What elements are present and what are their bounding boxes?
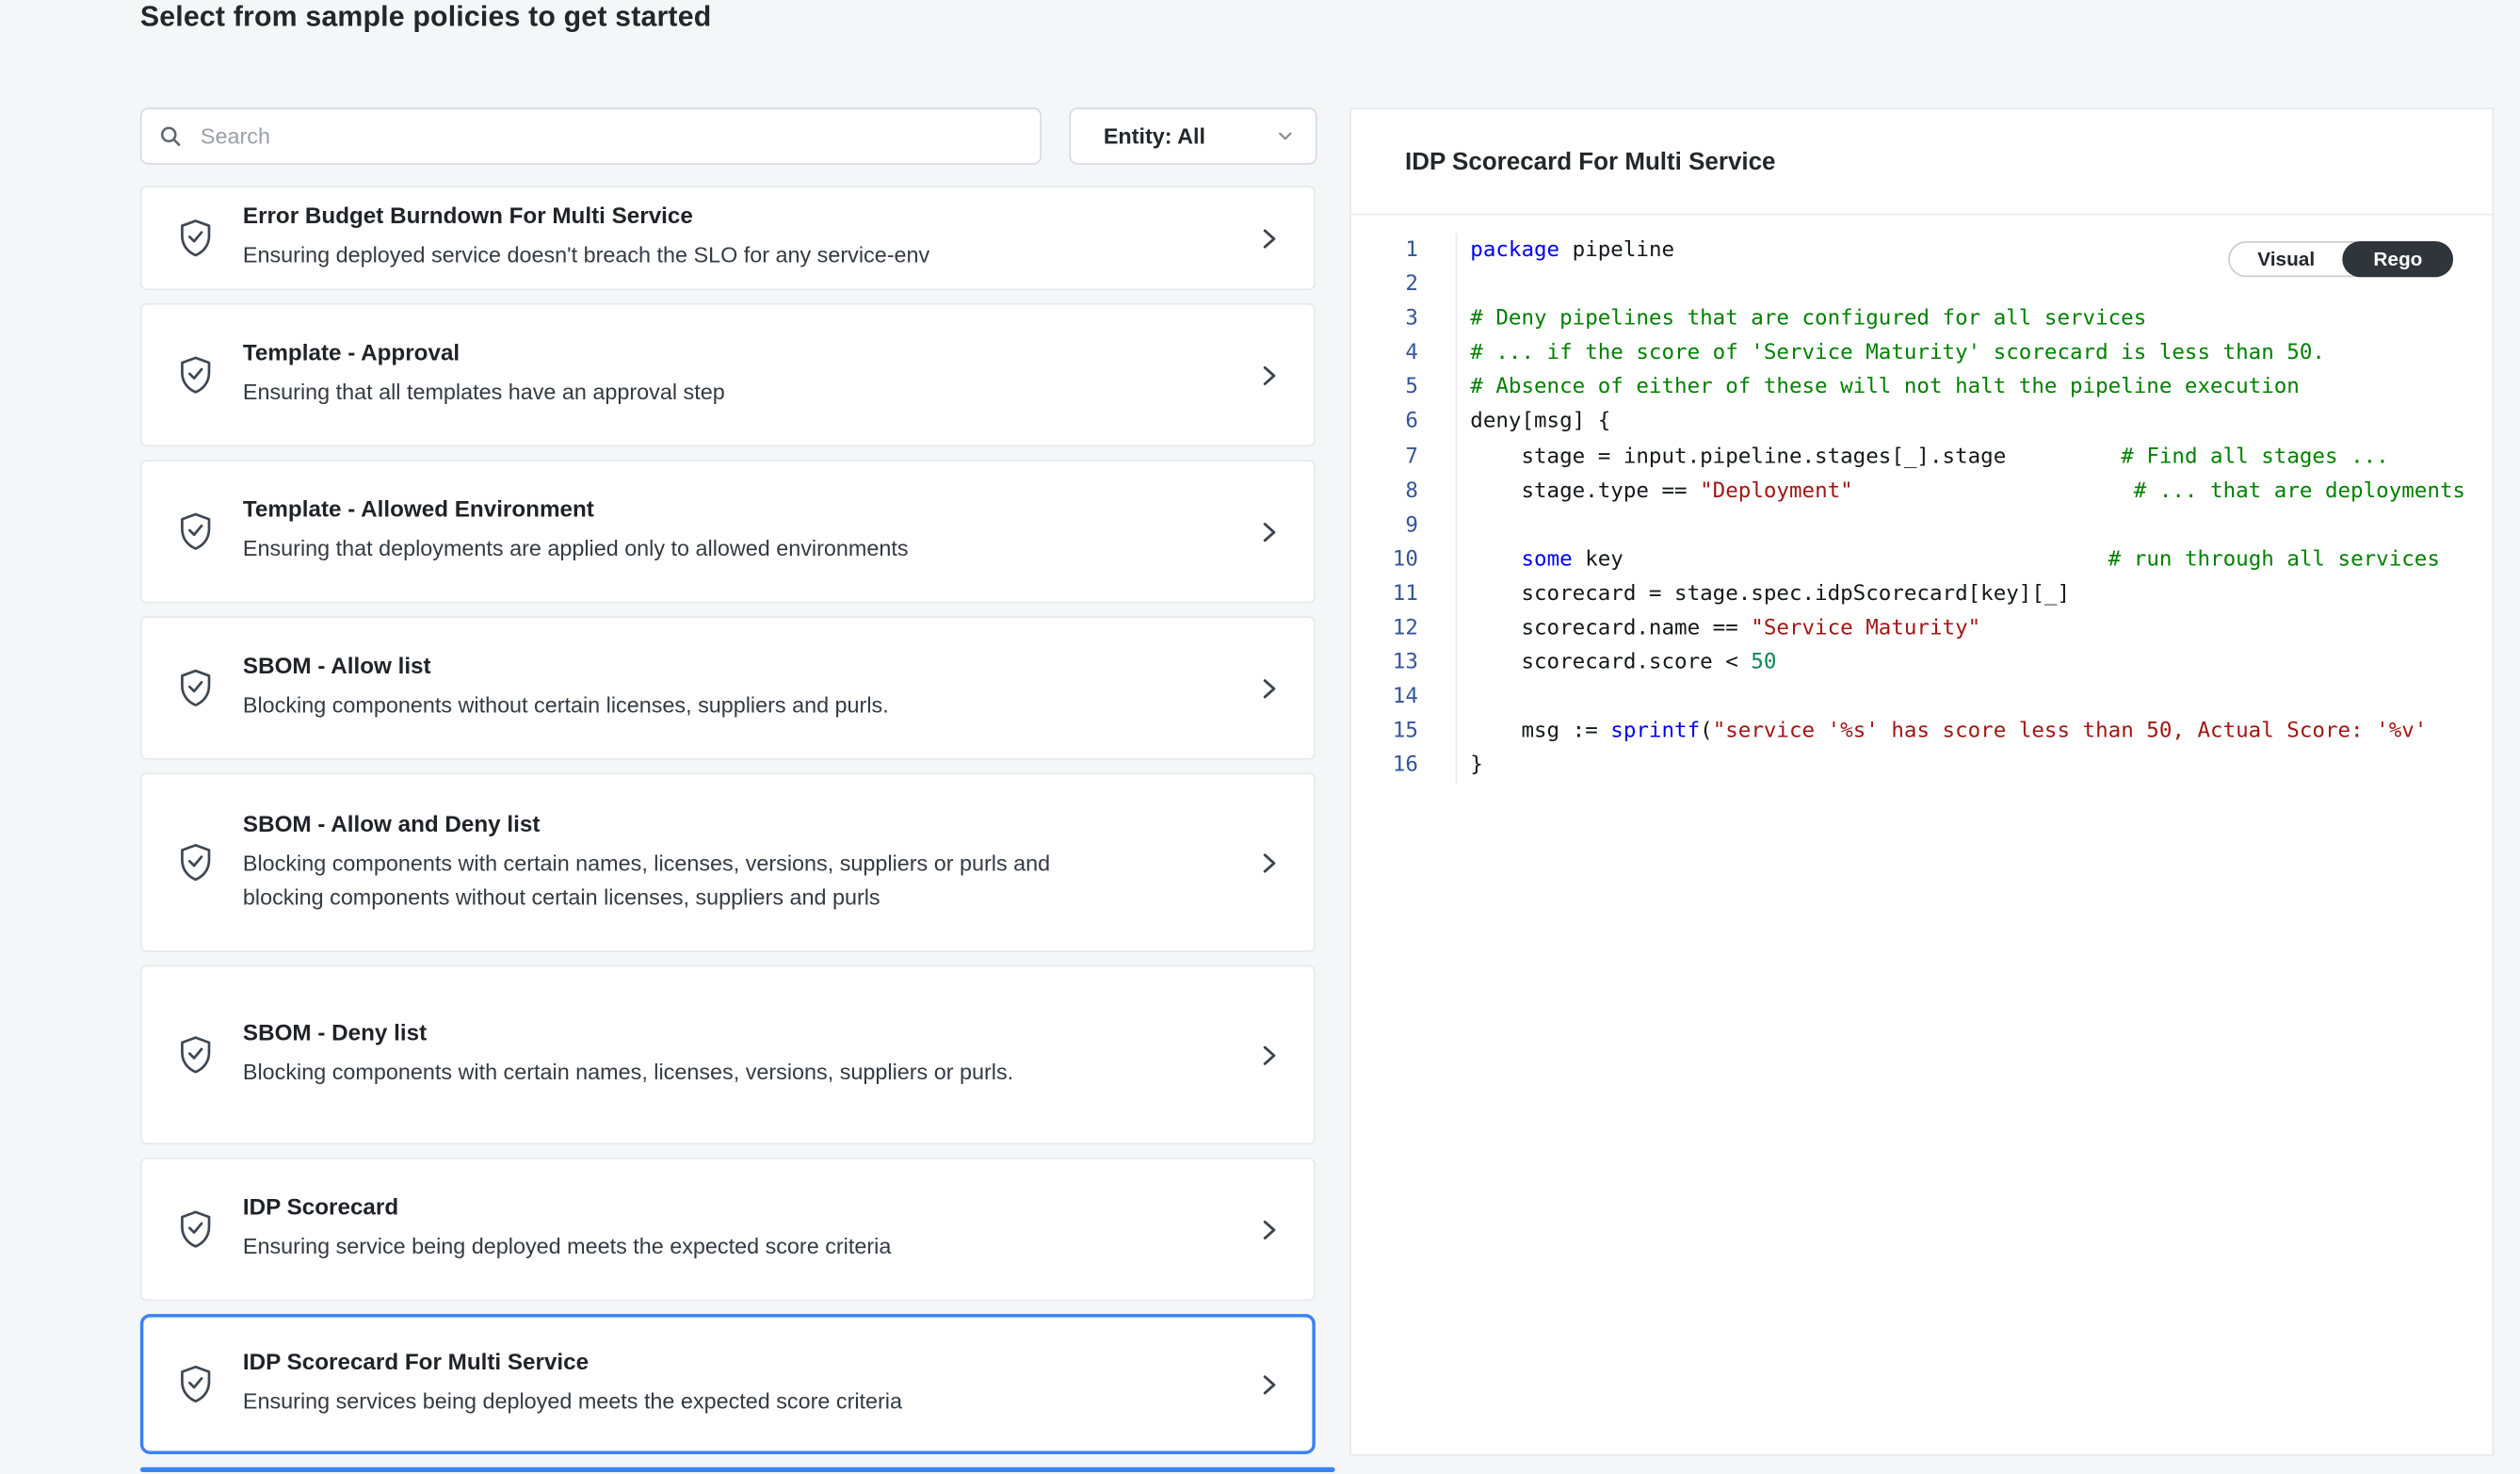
line-number: 5 [1351, 371, 1458, 406]
policy-description: Blocking components without certain lice… [243, 690, 1058, 723]
line-number: 4 [1351, 336, 1458, 371]
policy-list-item[interactable]: Error Budget Burndown For Multi Service … [140, 186, 1316, 290]
code-line: 14 [1351, 680, 2493, 715]
line-number: 14 [1351, 680, 1458, 715]
policy-list-item[interactable]: SBOM - Deny list Blocking components wit… [140, 965, 1316, 1144]
line-number: 12 [1351, 611, 1458, 646]
shield-check-icon [178, 219, 218, 258]
code-line: 7 stage = input.pipeline.stages[_].stage… [1351, 440, 2493, 475]
chevron-right-icon [1257, 675, 1282, 700]
line-number: 9 [1351, 509, 1458, 543]
line-number: 2 [1351, 267, 1458, 302]
line-number: 10 [1351, 543, 1458, 577]
line-number: 6 [1351, 405, 1458, 440]
scroll-indicator-bar [140, 1467, 1335, 1472]
toggle-visual-button[interactable]: Visual [2230, 243, 2343, 276]
policy-description: Ensuring services being deployed meets t… [243, 1386, 1058, 1419]
sample-policies-page: Select from sample policies to get start… [0, 0, 2520, 1474]
line-number: 3 [1351, 302, 1458, 337]
shield-check-icon [178, 843, 218, 883]
policy-description: Ensuring that all templates have an appr… [243, 377, 1058, 410]
code-line: 5# Absence of either of these will not h… [1351, 371, 2493, 406]
line-number: 7 [1351, 440, 1458, 475]
policy-list-item[interactable]: SBOM - Allow list Blocking components wi… [140, 616, 1316, 759]
code-line: 6deny[msg] { [1351, 405, 2493, 440]
page-title: Select from sample policies to get start… [140, 0, 712, 34]
shield-check-icon [178, 1209, 218, 1249]
code-line: 15 msg := sprintf("service '%s' has scor… [1351, 715, 2493, 750]
chevron-right-icon [1257, 363, 1282, 387]
policy-title: Template - Allowed Environment [243, 496, 1257, 523]
search-box[interactable] [140, 107, 1042, 165]
policy-title: SBOM - Deny list [243, 1019, 1257, 1045]
policy-list-item[interactable]: IDP Scorecard Ensuring service being dep… [140, 1158, 1316, 1301]
code-line: 8 stage.type == "Deployment" # ... that … [1351, 474, 2493, 509]
policy-description: Ensuring service being deployed meets th… [243, 1231, 1058, 1264]
chevron-right-icon [1257, 519, 1282, 543]
entity-filter-label: Entity: All [1104, 124, 1205, 149]
code-line: 13 scorecard.score < 50 [1351, 646, 2493, 681]
policy-title: SBOM - Allow list [243, 653, 1257, 679]
code-line: 16} [1351, 749, 2493, 784]
line-number: 13 [1351, 646, 1458, 681]
shield-check-icon [178, 355, 218, 395]
shield-check-icon [178, 669, 218, 708]
code-editor[interactable]: 1package pipeline23# Deny pipelines that… [1351, 234, 2493, 1454]
code-line: 3# Deny pipelines that are configured fo… [1351, 302, 2493, 337]
entity-filter-dropdown[interactable]: Entity: All [1069, 107, 1317, 165]
code-line: 10 some key # run through all services [1351, 543, 2493, 577]
policy-detail-panel: IDP Scorecard For Multi Service Visual R… [1349, 107, 2494, 1455]
policy-description: Ensuring deployed service doesn't breach… [243, 240, 1058, 273]
policy-list: Error Budget Burndown For Multi Service … [140, 186, 1316, 1466]
policy-description: Blocking components with certain names, … [243, 849, 1058, 915]
policy-title: Template - Approval [243, 340, 1257, 366]
chevron-right-icon [1257, 850, 1282, 875]
detail-divider [1351, 214, 2493, 216]
chevron-right-icon [1257, 226, 1282, 251]
chevron-right-icon [1257, 1372, 1282, 1397]
shield-check-icon [178, 512, 218, 552]
policy-title: IDP Scorecard [243, 1194, 1257, 1221]
line-number: 8 [1351, 474, 1458, 509]
line-number: 1 [1351, 234, 1458, 268]
shield-check-icon [178, 1035, 218, 1075]
policy-list-item[interactable]: SBOM - Allow and Deny list Blocking comp… [140, 772, 1316, 951]
search-icon [158, 124, 183, 149]
policy-list-item[interactable]: Template - Allowed Environment Ensuring … [140, 460, 1316, 603]
line-number: 11 [1351, 577, 1458, 612]
toggle-rego-button[interactable]: Rego [2343, 241, 2454, 277]
policy-list-item[interactable]: IDP Scorecard For Multi Service Ensuring… [140, 1314, 1316, 1454]
code-line: 4# ... if the score of 'Service Maturity… [1351, 336, 2493, 371]
line-number: 15 [1351, 715, 1458, 750]
policy-description: Ensuring that deployments are applied on… [243, 534, 1058, 567]
policy-list-item[interactable]: Template - Approval Ensuring that all te… [140, 303, 1316, 446]
shield-check-icon [178, 1365, 218, 1404]
chevron-right-icon [1257, 1217, 1282, 1241]
policy-title: SBOM - Allow and Deny list [243, 811, 1257, 837]
code-line: 11 scorecard = stage.spec.idpScorecard[k… [1351, 577, 2493, 612]
policy-description: Blocking components with certain names, … [243, 1057, 1058, 1090]
chevron-down-icon [1275, 125, 1297, 147]
chevron-right-icon [1257, 1043, 1282, 1067]
detail-panel-title: IDP Scorecard For Multi Service [1405, 149, 1775, 176]
policy-title: IDP Scorecard For Multi Service [243, 1349, 1257, 1375]
line-number: 16 [1351, 749, 1458, 784]
code-line: 9 [1351, 509, 2493, 543]
policy-title: Error Budget Burndown For Multi Service [243, 202, 1257, 229]
code-line: 12 scorecard.name == "Service Maturity" [1351, 611, 2493, 646]
code-view-toggle[interactable]: Visual Rego [2228, 241, 2453, 277]
search-input[interactable] [197, 122, 1024, 150]
